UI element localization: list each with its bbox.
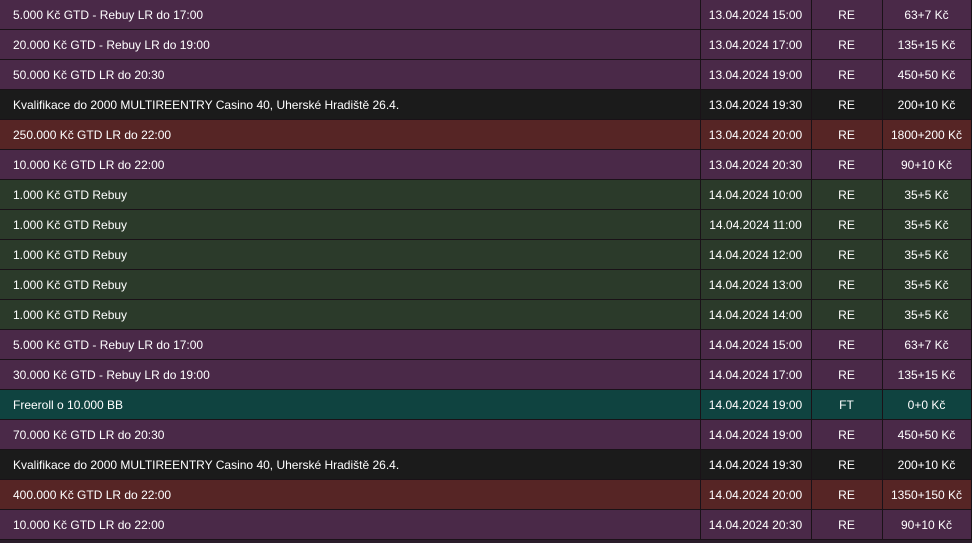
tournament-buyin: 1350+150 Kč [882, 479, 972, 510]
tournament-datetime: 14.04.2024 17:00 [700, 359, 812, 390]
tournament-table: 5.000 Kč GTD - Rebuy LR do 17:00 13.04.20… [0, 0, 972, 540]
tournament-row[interactable]: Freeroll o 10.000 BB 14.04.2024 19:00 FT 0+… [0, 389, 972, 420]
tournament-row[interactable]: 1.000 Kč GTD Rebuy 14.04.2024 11:00 RE 35+5… [0, 209, 972, 240]
tournament-datetime: 13.04.2024 19:00 [700, 59, 812, 90]
tournament-datetime: 14.04.2024 19:00 [700, 389, 812, 420]
tournament-type: RE [811, 119, 883, 150]
tournament-name: 5.000 Kč GTD - Rebuy LR do 17:00 [0, 329, 701, 360]
tournament-type: RE [811, 89, 883, 120]
tournament-buyin: 35+5 Kč [882, 269, 972, 300]
tournament-buyin: 450+50 Kč [882, 419, 972, 450]
tournament-type: RE [811, 29, 883, 60]
tournament-type: RE [811, 509, 883, 540]
tournament-row[interactable]: 1.000 Kč GTD Rebuy 14.04.2024 10:00 RE 35+5… [0, 179, 972, 210]
tournament-buyin: 200+10 Kč [882, 449, 972, 480]
tournament-row[interactable]: 1.000 Kč GTD Rebuy 14.04.2024 14:00 RE 35+5… [0, 299, 972, 330]
tournament-row[interactable]: 50.000 Kč GTD LR do 20:30 13.04.2024 19:0… [0, 59, 972, 90]
tournament-name: Kvalifikace do 2000 MULTIREENTRY Casino … [0, 449, 701, 480]
tournament-buyin: 63+7 Kč [882, 329, 972, 360]
tournament-type: RE [811, 239, 883, 270]
tournament-row[interactable]: 30.000 Kč GTD - Rebuy LR do 19:00 14.04.2… [0, 359, 972, 390]
tournament-name: Kvalifikace do 2000 MULTIREENTRY Casino … [0, 89, 701, 120]
tournament-buyin: 63+7 Kč [882, 0, 972, 30]
tournament-row[interactable]: 1.000 Kč GTD Rebuy 14.04.2024 13:00 RE 35+5… [0, 269, 972, 300]
tournament-name: 30.000 Kč GTD - Rebuy LR do 19:00 [0, 359, 701, 390]
tournament-buyin: 90+10 Kč [882, 149, 972, 180]
tournament-datetime: 13.04.2024 20:00 [700, 119, 812, 150]
tournament-row[interactable]: 10.000 Kč GTD LR do 22:00 13.04.2024 20:3… [0, 149, 972, 180]
tournament-datetime: 14.04.2024 11:00 [700, 209, 812, 240]
tournament-row[interactable]: Kvalifikace do 2000 MULTIREENTRY Casino … [0, 89, 972, 120]
tournament-buyin: 135+15 Kč [882, 359, 972, 390]
tournament-datetime: 13.04.2024 19:30 [700, 89, 812, 120]
tournament-name: 10.000 Kč GTD LR do 22:00 [0, 509, 701, 540]
tournament-datetime: 13.04.2024 15:00 [700, 0, 812, 30]
tournament-datetime: 14.04.2024 13:00 [700, 269, 812, 300]
tournament-buyin: 35+5 Kč [882, 179, 972, 210]
tournament-type: RE [811, 419, 883, 450]
tournament-name: 20.000 Kč GTD - Rebuy LR do 19:00 [0, 29, 701, 60]
tournament-type: RE [811, 59, 883, 90]
tournament-type: RE [811, 149, 883, 180]
tournament-row[interactable]: 70.000 Kč GTD LR do 20:30 14.04.2024 19:0… [0, 419, 972, 450]
tournament-datetime: 13.04.2024 17:00 [700, 29, 812, 60]
tournament-buyin: 35+5 Kč [882, 209, 972, 240]
tournament-name: 1.000 Kč GTD Rebuy [0, 269, 701, 300]
tournament-name: 10.000 Kč GTD LR do 22:00 [0, 149, 701, 180]
tournament-type: FT [811, 389, 883, 420]
tournament-row[interactable]: 5.000 Kč GTD - Rebuy LR do 17:00 14.04.20… [0, 329, 972, 360]
tournament-table-body: 5.000 Kč GTD - Rebuy LR do 17:00 13.04.20… [0, 0, 972, 540]
tournament-row[interactable]: 20.000 Kč GTD - Rebuy LR do 19:00 13.04.2… [0, 29, 972, 60]
tournament-name: 70.000 Kč GTD LR do 20:30 [0, 419, 701, 450]
tournament-row[interactable]: Kvalifikace do 2000 MULTIREENTRY Casino … [0, 449, 972, 480]
tournament-name: Freeroll o 10.000 BB [0, 389, 701, 420]
tournament-type: RE [811, 479, 883, 510]
tournament-name: 400.000 Kč GTD LR do 22:00 [0, 479, 701, 510]
tournament-datetime: 14.04.2024 19:00 [700, 419, 812, 450]
tournament-name: 1.000 Kč GTD Rebuy [0, 239, 701, 270]
tournament-datetime: 14.04.2024 12:00 [700, 239, 812, 270]
tournament-datetime: 14.04.2024 20:30 [700, 509, 812, 540]
tournament-row[interactable]: 1.000 Kč GTD Rebuy 14.04.2024 12:00 RE 35+5… [0, 239, 972, 270]
tournament-buyin: 1800+200 Kč [882, 119, 972, 150]
tournament-name: 1.000 Kč GTD Rebuy [0, 179, 701, 210]
tournament-row[interactable]: 400.000 Kč GTD LR do 22:00 14.04.2024 20:… [0, 479, 972, 510]
tournament-row[interactable]: 5.000 Kč GTD - Rebuy LR do 17:00 13.04.20… [0, 0, 972, 30]
tournament-type: RE [811, 0, 883, 30]
tournament-type: RE [811, 209, 883, 240]
tournament-buyin: 450+50 Kč [882, 59, 972, 90]
tournament-name: 1.000 Kč GTD Rebuy [0, 299, 701, 330]
tournament-buyin: 35+5 Kč [882, 299, 972, 330]
tournament-datetime: 13.04.2024 20:30 [700, 149, 812, 180]
tournament-name: 50.000 Kč GTD LR do 20:30 [0, 59, 701, 90]
tournament-buyin: 200+10 Kč [882, 89, 972, 120]
tournament-type: RE [811, 329, 883, 360]
tournament-type: RE [811, 449, 883, 480]
tournament-type: RE [811, 179, 883, 210]
tournament-type: RE [811, 269, 883, 300]
tournament-type: RE [811, 299, 883, 330]
tournament-name: 5.000 Kč GTD - Rebuy LR do 17:00 [0, 0, 701, 30]
tournament-name: 1.000 Kč GTD Rebuy [0, 209, 701, 240]
tournament-type: RE [811, 359, 883, 390]
tournament-row[interactable]: 250.000 Kč GTD LR do 22:00 13.04.2024 20:… [0, 119, 972, 150]
tournament-name: 250.000 Kč GTD LR do 22:00 [0, 119, 701, 150]
tournament-datetime: 14.04.2024 15:00 [700, 329, 812, 360]
tournament-datetime: 14.04.2024 14:00 [700, 299, 812, 330]
tournament-buyin: 135+15 Kč [882, 29, 972, 60]
tournament-datetime: 14.04.2024 20:00 [700, 479, 812, 510]
tournament-buyin: 0+0 Kč [882, 389, 972, 420]
tournament-buyin: 90+10 Kč [882, 509, 972, 540]
tournament-buyin: 35+5 Kč [882, 239, 972, 270]
tournament-datetime: 14.04.2024 10:00 [700, 179, 812, 210]
tournament-datetime: 14.04.2024 19:30 [700, 449, 812, 480]
tournament-row[interactable]: 10.000 Kč GTD LR do 22:00 14.04.2024 20:3… [0, 509, 972, 540]
